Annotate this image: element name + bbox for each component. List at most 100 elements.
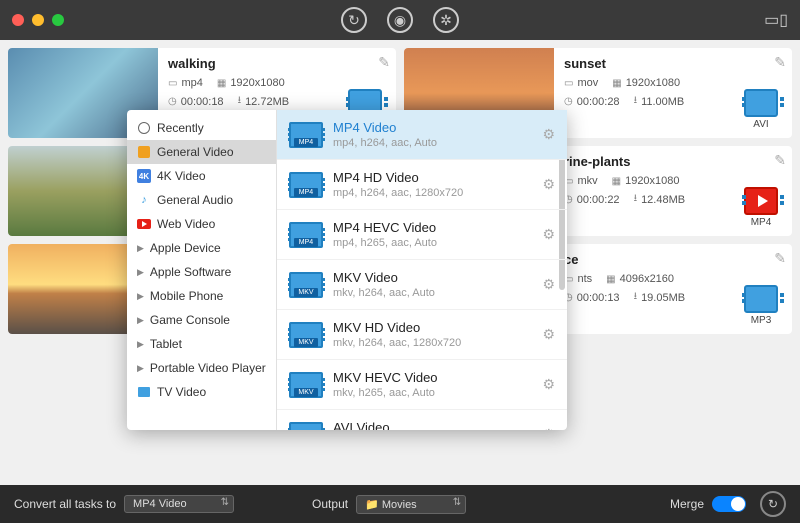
format-icon: MKV	[289, 272, 323, 298]
format-icon: MKV	[289, 322, 323, 348]
duration-meta: ◷ 00:00:28	[564, 96, 620, 108]
convert-all-label: Convert all tasks to	[14, 497, 116, 511]
resolution-meta: ▦ 1920x1080	[217, 77, 285, 89]
duration-meta: ◷ 00:00:22	[564, 194, 620, 206]
category-item[interactable]: ▶Game Console	[127, 308, 276, 332]
category-item[interactable]: TV Video	[127, 380, 276, 404]
theater-icon[interactable]: ▭▯	[764, 10, 788, 30]
category-label: Tablet	[150, 337, 182, 351]
format-title: MP4 HD Video	[333, 170, 532, 185]
card-body: sunset▭ mov▦ 1920x1080◷ 00:00:28⭳ 11.00M…	[554, 48, 792, 138]
chevron-right-icon: ▶	[137, 291, 144, 302]
maximize-window[interactable]	[52, 14, 64, 26]
merge-toggle[interactable]	[712, 496, 746, 512]
edit-icon[interactable]: ✎	[774, 250, 786, 267]
format-icon: MP4	[289, 222, 323, 248]
duration-meta: ◷ 00:00:13	[564, 292, 620, 304]
format-meta: ▭ nts	[564, 273, 592, 285]
edit-icon[interactable]: ✎	[378, 54, 390, 71]
4k-icon: 4K	[137, 169, 151, 183]
format-item[interactable]: MKVMKV Videomkv, h264, aac, Auto⚙	[277, 260, 567, 310]
content-area: walking▭ mp4▦ 1920x1080◷ 00:00:18⭳ 12.72…	[0, 40, 800, 485]
output-format-badge[interactable]: AVI	[744, 89, 778, 130]
format-meta: mkv, h265, aac, Auto	[333, 387, 532, 399]
format-meta: ▭ mkv	[564, 175, 598, 187]
category-item[interactable]: ▶Portable Video Player	[127, 356, 276, 380]
edit-icon[interactable]: ✎	[774, 152, 786, 169]
card-title: ce	[564, 252, 782, 267]
film-mode-icon[interactable]: ✲	[433, 7, 459, 33]
category-label: General Audio	[157, 193, 233, 207]
format-title: MKV HEVC Video	[333, 370, 532, 385]
close-window[interactable]	[12, 14, 24, 26]
video-icon	[137, 145, 151, 159]
category-item[interactable]: ▶ Apple Device	[127, 236, 276, 260]
output-select[interactable]: 📁 Movies	[356, 495, 466, 514]
category-item[interactable]: ▶ Mobile Phone	[127, 284, 276, 308]
start-convert-button[interactable]: ↻	[760, 491, 786, 517]
format-item[interactable]: MKV MKV HEVC Video mkv, h265, aac, Auto ⚙	[277, 360, 567, 410]
format-icon: AVI	[289, 422, 323, 431]
category-item[interactable]: ▶Apple Software	[127, 260, 276, 284]
format-meta: mkv, h264, aac, 1280x720	[333, 337, 532, 349]
gear-icon[interactable]: ⚙	[542, 326, 555, 343]
gear-icon[interactable]: ⚙	[542, 276, 555, 293]
format-item[interactable]: MP4MP4 HD Videomp4, h264, aac, 1280x720⚙	[277, 160, 567, 210]
format-meta: mp4, h264, aac, Auto	[333, 137, 532, 149]
category-label: Web Video	[157, 217, 215, 231]
category-label: Mobile Phone	[150, 289, 223, 303]
format-item[interactable]: MP4MP4 Videomp4, h264, aac, Auto⚙	[277, 110, 567, 160]
duration-meta: ◷ 00:00:18	[168, 96, 224, 108]
category-item[interactable]: ▶ Tablet	[127, 332, 276, 356]
category-label: Apple Device	[150, 241, 221, 255]
topbar-mode-icons: ↻ ◉ ✲	[341, 7, 459, 33]
convert-mode-icon[interactable]: ↻	[341, 7, 367, 33]
gear-icon[interactable]: ⚙	[542, 226, 555, 243]
gear-icon[interactable]: ⚙	[542, 376, 555, 393]
format-body: MKV HEVC Video mkv, h265, aac, Auto	[333, 370, 532, 399]
chevron-right-icon: ▶	[137, 243, 144, 254]
format-body: MKV HD Videomkv, h264, aac, 1280x720	[333, 320, 532, 349]
format-body: MP4 HD Video mp4, h264, aac, 1280x720	[333, 170, 532, 199]
card-title: walking	[168, 56, 386, 71]
category-label: Apple Software	[150, 265, 231, 279]
titlebar: ↻ ◉ ✲ ▭▯	[0, 0, 800, 40]
gear-icon[interactable]: ⚙	[542, 176, 555, 193]
category-label: Portable Video Player	[150, 361, 266, 375]
card-body: ce▭ nts▦ 4096x2160◷ 00:00:13⭳ 19.05MB✎MP…	[554, 244, 792, 334]
window-controls	[12, 14, 64, 26]
format-title: MP4 Video	[333, 120, 532, 135]
format-popup: Recently General Video 4K 4K Video ♪General …	[127, 110, 567, 430]
format-item[interactable]: MP4 MP4 HEVC Videomp4, h265, aac, Auto ⚙	[277, 210, 567, 260]
tv-icon	[137, 385, 151, 399]
format-item[interactable]: AVIAVI Videoavi, xvid, mp2, Auto⚙	[277, 410, 567, 430]
category-item[interactable]: ♪General Audio	[127, 188, 276, 212]
gear-icon[interactable]: ⚙	[542, 126, 555, 143]
category-item[interactable]: Web Video	[127, 212, 276, 236]
format-column: MP4MP4 Videomp4, h264, aac, Auto⚙MP4MP4 …	[277, 110, 567, 430]
format-body: MP4 HEVC Videomp4, h265, aac, Auto	[333, 220, 532, 249]
category-label: General Video	[157, 145, 234, 159]
category-label: 4K Video	[157, 169, 206, 183]
category-label: Game Console	[150, 313, 230, 327]
edit-icon[interactable]: ✎	[774, 54, 786, 71]
youtube-icon	[137, 217, 151, 231]
output-label: Output	[312, 497, 348, 511]
format-icon: MKV	[289, 372, 323, 398]
resolution-meta: ▦ 1920x1080	[612, 175, 680, 187]
bottombar: Convert all tasks to MP4 Video Output 📁 …	[0, 485, 800, 523]
category-item[interactable]: 4K 4K Video	[127, 164, 276, 188]
category-item[interactable]: General Video	[127, 140, 276, 164]
chevron-right-icon: ▶	[137, 339, 144, 350]
gear-icon[interactable]: ⚙	[542, 426, 555, 430]
disc-mode-icon[interactable]: ◉	[387, 7, 413, 33]
format-meta: mp4, h264, aac, 1280x720	[333, 187, 532, 199]
convert-all-select[interactable]: MP4 Video	[124, 495, 234, 513]
category-item[interactable]: Recently	[127, 116, 276, 140]
format-meta: ▭ mp4	[168, 77, 203, 89]
output-format-badge[interactable]: MP4	[744, 187, 778, 228]
output-format-badge[interactable]: MP3	[744, 285, 778, 326]
format-item[interactable]: MKV MKV HD Videomkv, h264, aac, 1280x720 ⚙	[277, 310, 567, 360]
format-body: MP4 Video mp4, h264, aac, Auto	[333, 120, 532, 149]
minimize-window[interactable]	[32, 14, 44, 26]
